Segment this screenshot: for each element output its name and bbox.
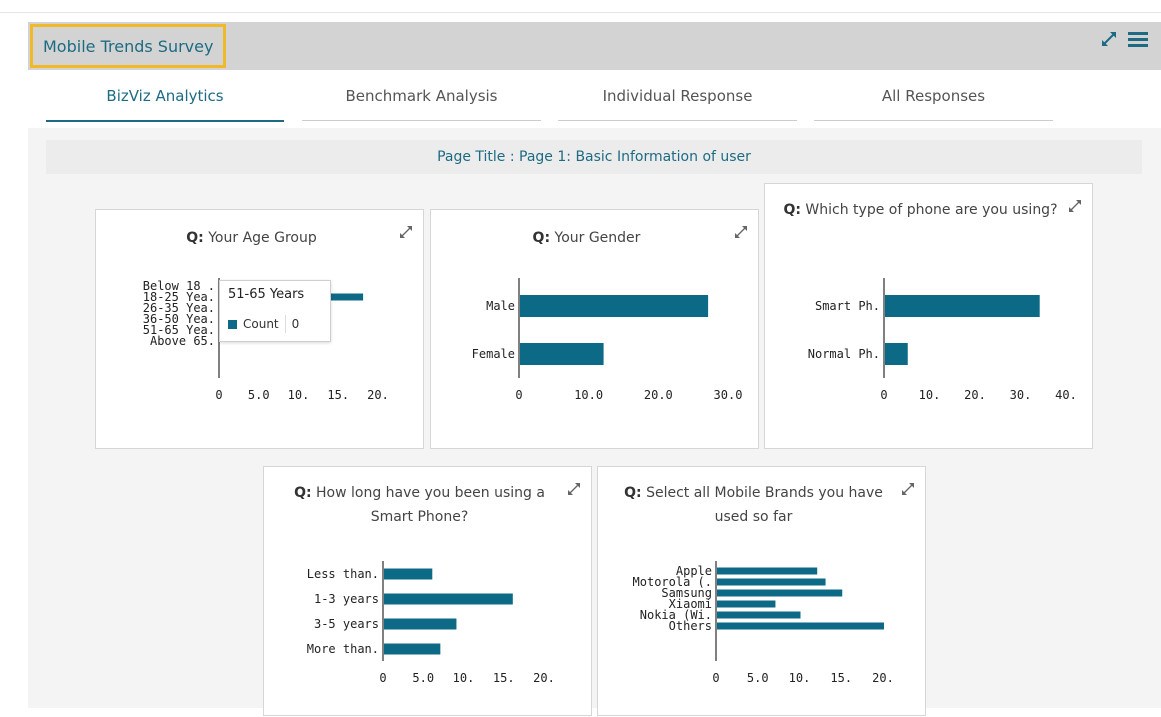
tick-label: 10. [919,388,941,402]
chart-card-gender: Q: Your Gender Male Female 0 10.0 20.0 30.0 [430,209,759,449]
bar [717,611,801,619]
bar [520,295,709,317]
tick-label: 5.0 [747,671,769,685]
tick-label: 40. [1055,388,1077,402]
bar [717,600,776,608]
category-label: More than. [307,642,379,656]
bar [384,593,513,605]
tab-bizviz-analytics[interactable]: BizViz Analytics [46,72,284,122]
category-label: Smart Ph. [815,299,880,313]
mobile-brands-chart: AppleMotorola (.SamsungXiaomiNokia (Wi.O… [633,561,894,685]
gender-chart: Male Female 0 10.0 20.0 30.0 [472,278,743,402]
phone-type-chart: Smart Ph. Normal Ph. 0 10. 20. 30. 40. [808,278,1077,402]
tick-label: 0 [379,671,386,685]
title-bar: Mobile Trends Survey [28,22,1161,70]
bar [384,568,433,580]
tick-label: 15. [830,671,852,685]
bar [384,618,457,630]
bar [717,622,884,630]
tick-label: 10.0 [574,388,603,402]
tick-label: 0 [712,671,719,685]
tick-label: 15. [327,388,349,402]
bar [520,343,604,365]
tick-label: 0 [880,388,887,402]
title-bar-icons [1099,29,1149,49]
top-divider [0,12,1161,13]
tick-label: 20.0 [644,388,673,402]
tick-label: 10. [288,388,310,402]
tick-label: 10. [453,671,475,685]
bar [885,295,1040,317]
bar [885,343,908,365]
page-title: Page Title : Page 1: Basic Information o… [46,140,1142,174]
bar [717,578,826,586]
bar [384,643,441,655]
category-label: Male [486,299,515,313]
chart-tooltip: 51-65 Years Count 0 [219,280,331,342]
tick-label: 5.0 [248,388,270,402]
tab-all-responses[interactable]: All Responses [814,72,1053,121]
tick-label: 20. [872,671,894,685]
tick-label: 20. [533,671,555,685]
category-label: Less than. [307,567,379,581]
tick-label: 0 [215,388,222,402]
tab-bar: BizViz Analytics Benchmark Analysis Indi… [0,72,1161,122]
chart-card-age-group: Q: Your Age Group Below 18 . 18-25 Yea. 26… [95,209,424,449]
tick-label: 0 [515,388,522,402]
tick-label: 10. [789,671,811,685]
smartphone-usage-chart: Less than. 1-3 years 3-5 years More than. 0 5… [307,561,555,685]
tab-benchmark-analysis[interactable]: Benchmark Analysis [302,72,541,121]
category-label: Above 65. [150,334,215,348]
chart-card-phone-type: Q: Which type of phone are you using? Sm… [764,183,1093,449]
dashboard-title[interactable]: Mobile Trends Survey [30,24,227,68]
tick-label: 20. [367,388,389,402]
tick-label: 30.0 [714,388,743,402]
menu-icon[interactable] [1127,29,1149,49]
bar [717,589,843,597]
category-label: 3-5 years [314,617,379,631]
tick-label: 30. [1010,388,1032,402]
chart-card-smartphone-usage: Q: How long have you been using a Smart … [263,466,592,716]
legend-swatch [228,319,237,329]
tick-label: 15. [493,671,515,685]
dashboard-panel: Page Title : Page 1: Basic Information o… [28,128,1161,716]
tab-individual-response[interactable]: Individual Response [558,72,797,121]
tick-label: 20. [964,388,986,402]
bar [717,567,818,575]
chart-card-mobile-brands: Q: Select all Mobile Brands you have use… [597,466,926,716]
category-label: Others [669,619,712,633]
expand-icon[interactable] [1099,29,1119,49]
category-label: Normal Ph. [808,347,880,361]
category-label: Female [472,347,515,361]
tick-label: 5.0 [412,671,434,685]
category-label: 1-3 years [314,592,379,606]
